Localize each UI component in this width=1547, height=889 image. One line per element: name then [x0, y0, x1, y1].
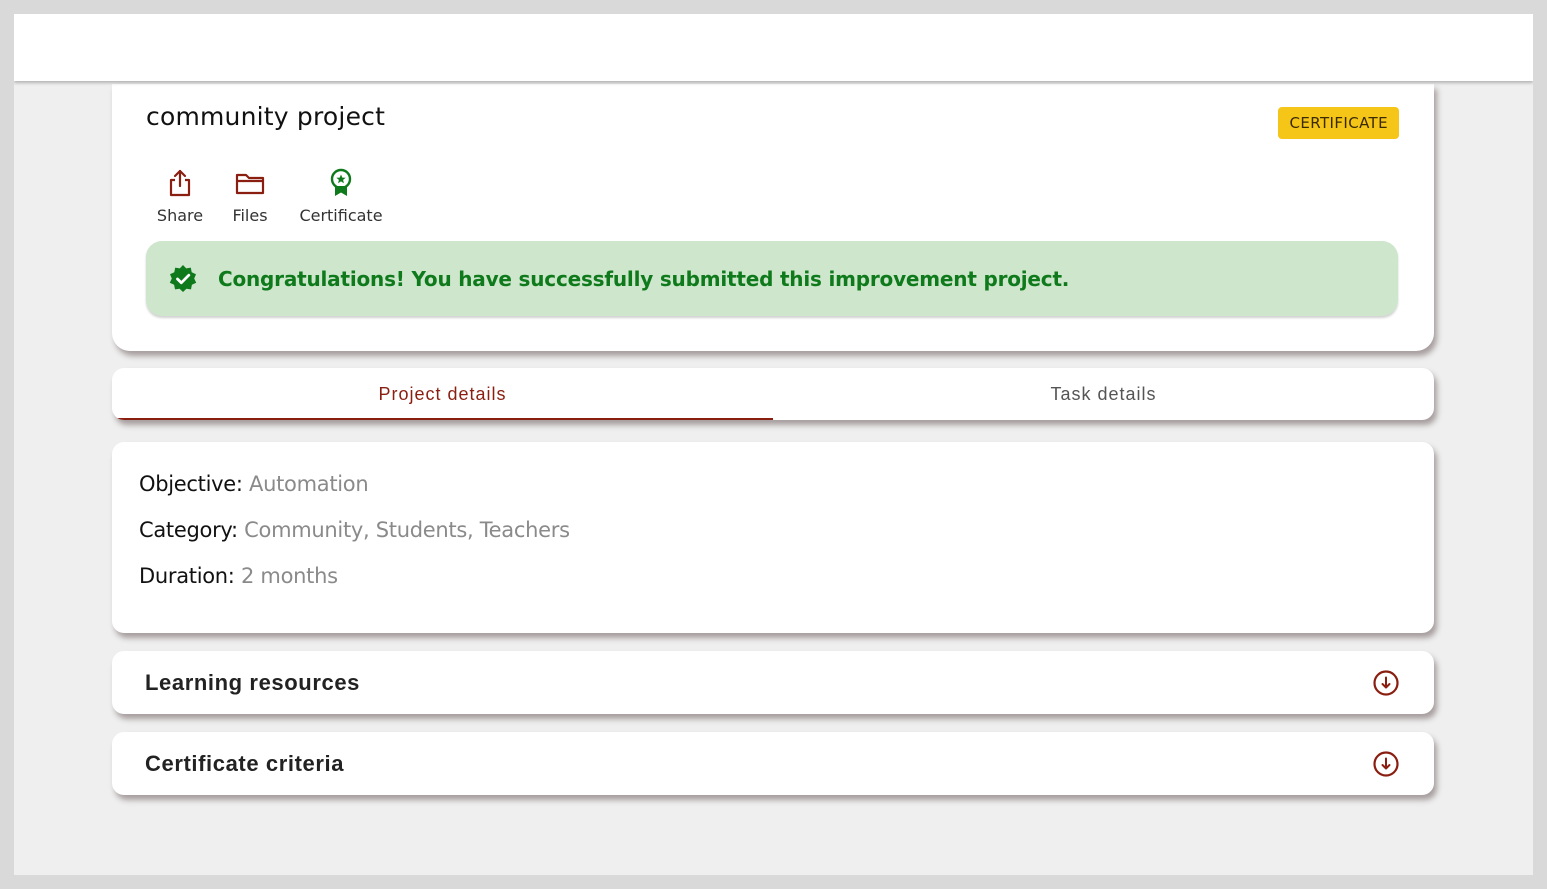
duration-value: 2 months: [240, 564, 338, 588]
learning-resources-title: Learning resources: [145, 669, 360, 695]
verified-check-icon: [168, 264, 198, 294]
objective-row: Objective: Automation: [139, 472, 369, 496]
certificate-action[interactable]: Certificate: [296, 168, 386, 225]
success-message: Congratulations! You have successfully s…: [218, 266, 1070, 291]
project-header-card: community project CERTIFICATE Share File…: [112, 84, 1434, 351]
certificate-label: Certificate: [299, 206, 383, 225]
project-title: community project: [146, 102, 386, 131]
project-details-card: Objective: Automation Category: Communit…: [112, 442, 1434, 633]
share-action[interactable]: Share: [156, 168, 204, 225]
learning-resources-accordion[interactable]: Learning resources: [112, 651, 1434, 714]
project-actions: Share Files Certificate: [156, 168, 412, 225]
expand-down-circle-icon[interactable]: [1371, 668, 1401, 698]
details-tabs: Project details Task details: [112, 368, 1434, 420]
duration-label: Duration:: [139, 564, 235, 588]
submission-success-banner: Congratulations! You have successfully s…: [146, 241, 1398, 316]
files-label: Files: [232, 206, 268, 225]
certificate-icon: [326, 168, 356, 198]
certificate-badge: CERTIFICATE: [1278, 107, 1399, 139]
category-label: Category:: [139, 518, 238, 542]
objective-value: Automation: [249, 472, 369, 496]
share-label: Share: [156, 206, 204, 225]
app-frame: community project CERTIFICATE Share File…: [14, 14, 1533, 875]
certificate-criteria-title: Certificate criteria: [145, 750, 345, 776]
files-action[interactable]: Files: [230, 168, 270, 225]
folder-icon: [235, 168, 265, 198]
share-icon: [165, 168, 195, 198]
top-app-bar: [14, 14, 1533, 81]
category-row: Category: Community, Students, Teachers: [139, 518, 570, 542]
certificate-criteria-accordion[interactable]: Certificate criteria: [112, 732, 1434, 795]
objective-label: Objective:: [139, 472, 243, 496]
tab-task-details[interactable]: Task details: [773, 368, 1434, 420]
expand-down-circle-icon[interactable]: [1371, 749, 1401, 779]
category-value: Community, Students, Teachers: [244, 518, 570, 542]
duration-row: Duration: 2 months: [139, 564, 338, 588]
tab-project-details[interactable]: Project details: [112, 368, 773, 420]
